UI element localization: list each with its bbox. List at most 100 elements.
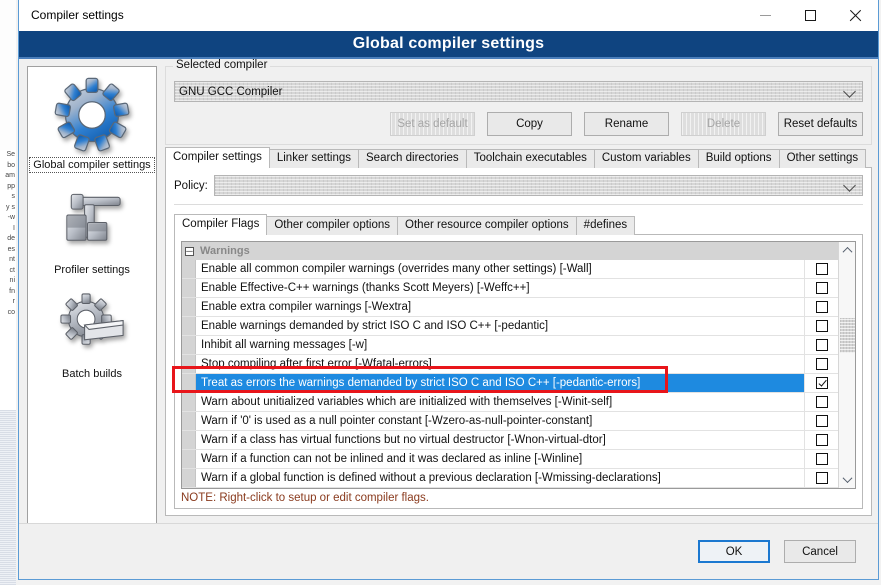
flag-checkbox-cell[interactable] xyxy=(804,355,838,373)
flag-checkbox-cell[interactable] xyxy=(804,317,838,335)
checkbox-unchecked-icon[interactable] xyxy=(816,282,828,294)
flag-checkbox-cell[interactable] xyxy=(804,393,838,411)
flag-checkbox-cell[interactable] xyxy=(804,298,838,316)
chevron-down-icon xyxy=(845,87,854,96)
flags-group-header[interactable]: ─ Warnings xyxy=(182,242,838,260)
table-row[interactable]: Warn if '0' is used as a null pointer co… xyxy=(182,412,838,431)
maximize-button[interactable] xyxy=(788,0,833,31)
flag-label: Inhibit all warning messages [-w] xyxy=(196,336,804,354)
sidebar-item-label: Global compiler settings xyxy=(29,157,154,173)
scroll-down-button[interactable] xyxy=(839,471,856,488)
flag-label: Enable Effective-C++ warnings (thanks Sc… xyxy=(196,279,804,297)
sidebar-item-batch-builds[interactable]: Batch builds xyxy=(28,283,156,381)
flag-label: Treat as errors the warnings demanded by… xyxy=(196,374,804,392)
table-row[interactable]: Warn if a global function is defined wit… xyxy=(182,469,838,488)
chevron-down-icon xyxy=(842,473,852,483)
background-window-top-text xyxy=(0,0,16,150)
tab-defines[interactable]: #defines xyxy=(576,216,635,235)
checkbox-unchecked-icon[interactable] xyxy=(816,320,828,332)
table-row[interactable]: Enable all common compiler warnings (ove… xyxy=(182,260,838,279)
table-row-selected[interactable]: Treat as errors the warnings demanded by… xyxy=(182,374,838,393)
checkbox-unchecked-icon[interactable] xyxy=(816,263,828,275)
sidebar-item-global-compiler-settings[interactable]: Global compiler settings xyxy=(28,73,156,173)
cancel-button[interactable]: Cancel xyxy=(784,540,856,563)
policy-label: Policy: xyxy=(174,180,208,192)
flag-checkbox-cell[interactable] xyxy=(804,260,838,278)
tab-build-options[interactable]: Build options xyxy=(698,149,780,168)
row-gutter xyxy=(182,374,196,392)
gear-icon xyxy=(53,73,131,157)
background-window-text-column: Seboamppsy s-wIdeesntctnifnrco xyxy=(0,150,16,410)
tab-custom-variables[interactable]: Custom variables xyxy=(594,149,699,168)
flag-checkbox-cell[interactable] xyxy=(804,469,838,487)
tab-toolchain-executables[interactable]: Toolchain executables xyxy=(466,149,595,168)
tab-other-resource-compiler-options[interactable]: Other resource compiler options xyxy=(397,216,577,235)
vertical-scrollbar[interactable] xyxy=(838,242,855,488)
flag-checkbox-cell[interactable] xyxy=(804,374,838,392)
title-bar: Compiler settings xyxy=(19,0,878,31)
checkbox-unchecked-icon[interactable] xyxy=(816,453,828,465)
table-row[interactable]: Warn about unitialized variables which a… xyxy=(182,393,838,412)
row-gutter xyxy=(182,431,196,449)
reset-defaults-button[interactable]: Reset defaults xyxy=(778,112,863,136)
scrollbar-thumb[interactable] xyxy=(840,318,855,353)
sidebar-item-profiler-settings[interactable]: Profiler settings xyxy=(28,179,156,277)
tab-compiler-settings[interactable]: Compiler settings xyxy=(165,147,270,168)
delete-button[interactable]: Delete xyxy=(681,112,766,136)
flag-label: Enable extra compiler warnings [-Wextra] xyxy=(196,298,804,316)
policy-select[interactable] xyxy=(214,175,863,196)
flags-group-label: Warnings xyxy=(200,245,250,257)
table-row[interactable]: Enable warnings demanded by strict ISO C… xyxy=(182,317,838,336)
tab-other-settings[interactable]: Other settings xyxy=(779,149,867,168)
row-gutter xyxy=(182,279,196,297)
flag-checkbox-cell[interactable] xyxy=(804,450,838,468)
flag-label: Warn if a function can not be inlined an… xyxy=(196,450,804,468)
tab-search-directories[interactable]: Search directories xyxy=(358,149,467,168)
scroll-up-button[interactable] xyxy=(839,242,856,259)
rename-button[interactable]: Rename xyxy=(584,112,669,136)
compiler-flags-list[interactable]: ─ Warnings Enable all common compiler wa… xyxy=(181,241,856,489)
row-gutter xyxy=(182,317,196,335)
background-window-hatch xyxy=(0,410,16,585)
collapse-icon[interactable]: ─ xyxy=(185,247,194,256)
close-button[interactable] xyxy=(833,0,878,31)
page-title: Global compiler settings xyxy=(353,35,545,53)
table-row[interactable]: Enable Effective-C++ warnings (thanks Sc… xyxy=(182,279,838,298)
checkbox-checked-icon[interactable] xyxy=(816,377,828,389)
flag-checkbox-cell[interactable] xyxy=(804,412,838,430)
flag-checkbox-cell[interactable] xyxy=(804,431,838,449)
tab-compiler-flags[interactable]: Compiler Flags xyxy=(174,214,267,235)
flags-rows: Enable all common compiler warnings (ove… xyxy=(182,260,838,488)
tab-linker-settings[interactable]: Linker settings xyxy=(269,149,359,168)
checkbox-unchecked-icon[interactable] xyxy=(816,358,828,370)
checkbox-unchecked-icon[interactable] xyxy=(816,434,828,446)
row-gutter xyxy=(182,298,196,316)
table-row[interactable]: Inhibit all warning messages [-w] xyxy=(182,336,838,355)
flag-checkbox-cell[interactable] xyxy=(804,279,838,297)
compiler-action-buttons: Set as default Copy Rename Delete Reset … xyxy=(174,112,863,136)
table-row[interactable]: Enable extra compiler warnings [-Wextra] xyxy=(182,298,838,317)
flag-checkbox-cell[interactable] xyxy=(804,336,838,354)
sidebar: Global compiler settings xyxy=(27,66,157,532)
caliper-icon xyxy=(55,179,129,263)
compiler-select[interactable]: GNU GCC Compiler xyxy=(174,81,863,102)
table-row[interactable]: Warn if a function can not be inlined an… xyxy=(182,450,838,469)
window-controls xyxy=(743,0,878,31)
compiler-flags-panel: ─ Warnings Enable all common compiler wa… xyxy=(174,234,863,509)
flag-label: Enable all common compiler warnings (ove… xyxy=(196,260,804,278)
checkbox-unchecked-icon[interactable] xyxy=(816,472,828,484)
checkbox-unchecked-icon[interactable] xyxy=(816,339,828,351)
flag-label: Stop compiling after first error [-Wfata… xyxy=(196,355,804,373)
checkbox-unchecked-icon[interactable] xyxy=(816,415,828,427)
checkbox-unchecked-icon[interactable] xyxy=(816,396,828,408)
row-gutter xyxy=(182,450,196,468)
ok-button[interactable]: OK xyxy=(698,540,770,563)
minimize-button[interactable] xyxy=(743,0,788,31)
table-row[interactable]: Stop compiling after first error [-Wfata… xyxy=(182,355,838,374)
checkbox-unchecked-icon[interactable] xyxy=(816,301,828,313)
tab-other-compiler-options[interactable]: Other compiler options xyxy=(266,216,398,235)
set-as-default-button[interactable]: Set as default xyxy=(390,112,475,136)
copy-button[interactable]: Copy xyxy=(487,112,572,136)
table-row[interactable]: Warn if a class has virtual functions bu… xyxy=(182,431,838,450)
chevron-up-icon xyxy=(842,247,852,257)
